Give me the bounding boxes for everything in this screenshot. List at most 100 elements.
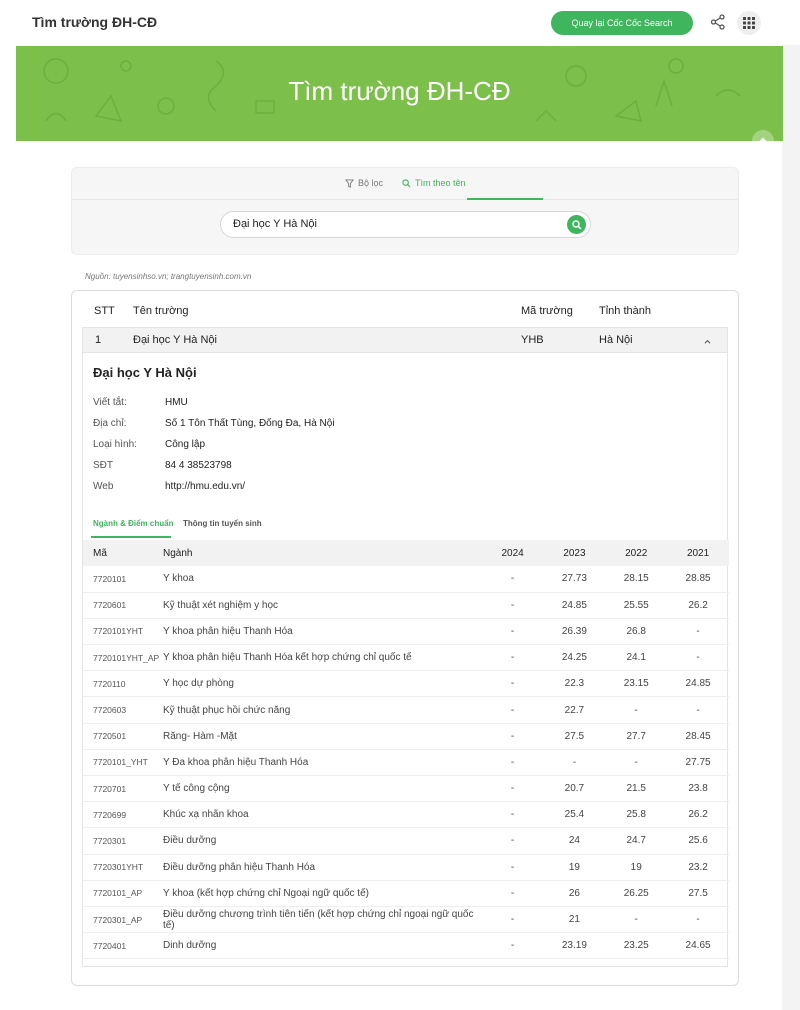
cell-y2022: 26.25 [605, 880, 668, 907]
cell-y2022: 24.1 [605, 644, 668, 672]
cell-y2024: - [481, 592, 544, 619]
cell-y2023: 25.4 [543, 801, 606, 829]
cell-y2022: 26.8 [605, 618, 668, 646]
cell-y2021: 26.2 [667, 592, 729, 619]
cell-y2021: - [667, 618, 729, 646]
source-note: Nguồn: tuyensinhso.vn; trangtuyensinh.co… [85, 272, 252, 281]
cell-code: 7720603 [83, 696, 163, 724]
col-code: Mã [83, 540, 163, 566]
header-school-code: Mã trường [521, 305, 573, 317]
tab-search-by-name-label: Tìm theo tên [415, 178, 466, 188]
scores-table: Mã Ngành 2024 2023 2022 2021 7720101 Y kh… [83, 540, 729, 960]
cell-y2023: 26.39 [543, 618, 606, 646]
col-major: Ngành [162, 540, 482, 566]
cell-y2021: - [667, 696, 729, 724]
cell-y2022: - [605, 749, 668, 777]
table-row: 7720301 Điều dưỡng -24 24.7 25.6 [83, 827, 729, 855]
cell-y2023: - [543, 749, 606, 777]
table-row: 7720699 Khúc xạ nhãn khoa -25.4 25.8 26.2 [83, 801, 729, 829]
cell-y2021: 28.85 [667, 566, 729, 593]
cell-major: Răng- Hàm -Mặt [162, 723, 482, 750]
cell-major: Kỹ thuật xét nghiệm y học [162, 592, 482, 619]
cell-major: Dinh dưỡng [162, 932, 482, 960]
cell-y2023: 19 [543, 854, 606, 881]
cell-y2024: - [481, 696, 544, 724]
cell-y2022: 23.25 [605, 932, 668, 960]
cell-y2023: 22.3 [543, 670, 606, 698]
cell-code: 7720101YHT [83, 618, 163, 646]
cell-major: Khúc xạ nhãn khoa [162, 801, 482, 829]
cell-y2021: 27.75 [667, 749, 729, 777]
detail-school-name: Đại học Y Hà Nội [93, 365, 197, 380]
cell-y2021: 23.8 [667, 775, 729, 803]
table-row: 7720301_AP Điều dưỡng chương trình tiên t… [83, 906, 729, 934]
hero-banner: Tìm trường ĐH-CĐ [16, 46, 783, 141]
table-row: 7720101_AP Y khoa (kết hợp chứng chỉ Ngoạ… [83, 880, 729, 907]
header-stt: STT [94, 305, 115, 317]
cell-y2021: - [667, 644, 729, 672]
cell-y2022: 24.7 [605, 827, 668, 855]
search-button[interactable] [567, 215, 586, 234]
search-card: Bộ lọc Tìm theo tên [71, 167, 739, 255]
cell-y2021: 24.65 [667, 932, 729, 960]
cell-y2024: - [481, 880, 544, 907]
row-school-code: YHB [521, 334, 544, 346]
cell-y2023: 24.85 [543, 592, 606, 619]
back-to-search-button[interactable]: Quay lại Cốc Cốc Search [551, 11, 693, 35]
tab-majors-scores[interactable]: Ngành & Điểm chuẩn [93, 519, 173, 528]
cell-y2022: 25.55 [605, 592, 668, 619]
cell-y2022: 21.5 [605, 775, 668, 803]
result-row[interactable]: 1 Đại học Y Hà Nội YHB Hà Nội [82, 327, 728, 353]
active-detail-tab-indicator [91, 536, 171, 538]
cell-code: 7720101_AP [83, 880, 163, 907]
search-input[interactable] [233, 218, 563, 230]
scores-body: 7720101 Y khoa -27.73 28.15 28.85 7720601 Kỹ t… [83, 566, 729, 960]
table-row: 7720101YHT Y khoa phân hiệu Thanh Hóa -26.… [83, 618, 729, 646]
cell-y2024: - [481, 827, 544, 855]
table-row: 7720110 Y học dự phòng -22.3 23.15 24.85 [83, 670, 729, 698]
search-tabs: Bộ lọc Tìm theo tên [72, 168, 738, 200]
cell-y2021: - [667, 906, 729, 934]
table-row: 7720101_YHT Y Đa khoa phân hiệu Thanh Hóa… [83, 749, 729, 777]
top-bar: Tìm trường ĐH-CĐ Quay lại Cốc Cốc Search [0, 0, 800, 45]
page-side-shade [782, 45, 800, 1010]
header-province: Tỉnh thành [599, 305, 651, 317]
tab-filter[interactable]: Bộ lọc [345, 178, 383, 188]
cell-y2024: - [481, 775, 544, 803]
col-2022: 2022 [605, 540, 668, 566]
cell-major: Điều dưỡng phân hiệu Thanh Hóa [162, 854, 482, 881]
cell-y2022: 23.15 [605, 670, 668, 698]
website-link[interactable]: http://hmu.edu.vn/ [165, 481, 245, 492]
cell-y2024: - [481, 618, 544, 646]
cell-y2023: 21 [543, 906, 606, 934]
cell-major: Y Đa khoa phân hiệu Thanh Hóa [162, 749, 482, 777]
results-header: STT Tên trường Mã trường Tỉnh thành [72, 291, 738, 327]
cell-y2021: 24.85 [667, 670, 729, 698]
cell-y2022: 28.15 [605, 566, 668, 593]
cell-code: 7720601 [83, 592, 163, 619]
cell-y2023: 20.7 [543, 775, 606, 803]
header-school-name: Tên trường [133, 305, 189, 317]
info-value: Số 1 Tôn Thất Tùng, Đống Đa, Hà Nội [165, 418, 335, 429]
tab-admission-info[interactable]: Thông tin tuyển sinh [183, 519, 262, 528]
cell-y2023: 24.25 [543, 644, 606, 672]
apps-grid-button[interactable] [737, 11, 761, 35]
chevron-up-icon[interactable] [703, 336, 712, 348]
info-value: 84 4 38523798 [165, 460, 232, 471]
table-row: 7720603 Kỹ thuật phục hồi chức năng -22.7-… [83, 696, 729, 724]
cell-y2021: 23.2 [667, 854, 729, 881]
cell-y2024: - [481, 932, 544, 960]
cell-y2024: - [481, 566, 544, 593]
cell-y2024: - [481, 644, 544, 672]
cell-y2023: 24 [543, 827, 606, 855]
cell-y2021: 27.5 [667, 880, 729, 907]
grid-icon [743, 17, 755, 29]
table-row: 7720401 Dinh dưỡng -23.19 23.25 24.65 [83, 932, 729, 960]
cell-major: Kỹ thuật phục hồi chức năng [162, 696, 482, 724]
info-label: Loại hình: [93, 439, 137, 450]
table-row: 7720701 Y tế công cộng -20.7 21.5 23.8 [83, 775, 729, 803]
tab-search-by-name[interactable]: Tìm theo tên [402, 178, 466, 188]
cell-y2023: 22.7 [543, 696, 606, 724]
share-icon[interactable] [709, 13, 727, 31]
row-stt: 1 [95, 334, 102, 346]
